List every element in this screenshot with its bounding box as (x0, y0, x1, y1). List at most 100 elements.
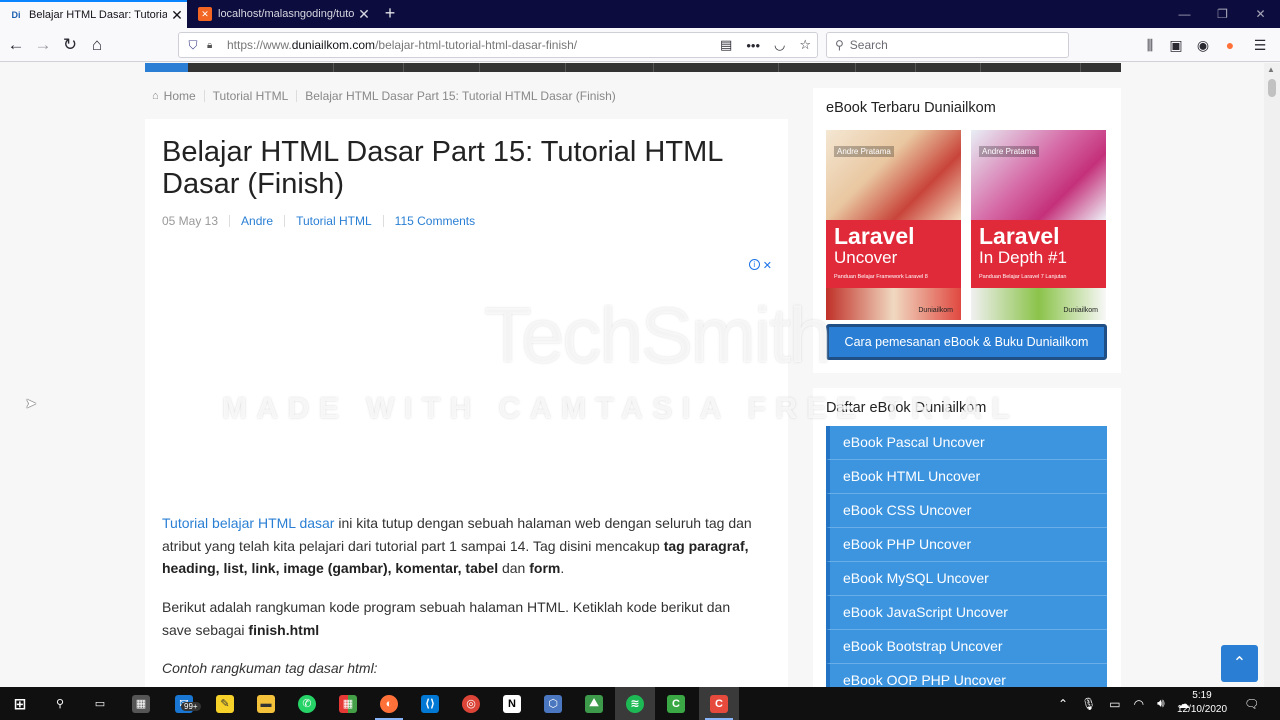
close-window-icon[interactable]: ✕ (1242, 0, 1279, 28)
maps-app-icon[interactable]: ⛰ (574, 687, 614, 720)
search-input[interactable]: ⚲ Search (826, 32, 1069, 58)
wifi-icon[interactable]: ◠ (1134, 697, 1144, 711)
mouse-cursor-icon: ➤ (25, 395, 37, 411)
windows-taskbar: ⊞ ⚲ ▭ ▦ ✉ 99+ ✎ ▬ ✆ ▦ ◐ ⟨⟩ ◎ N ⬡ ⛰ ≋ C C… (0, 687, 1280, 720)
list-item[interactable]: eBook Bootstrap Uncover (826, 630, 1107, 664)
action-center-icon[interactable]: 🗨︎ (1244, 687, 1259, 720)
breadcrumb-home[interactable]: Home (164, 89, 196, 103)
back-icon[interactable]: ← (4, 33, 28, 57)
sidebar-icon[interactable]: ▣ (1164, 33, 1188, 57)
tab-localhost[interactable]: ✕ localhost/malasngoding/tutorial ✕ (189, 0, 374, 28)
list-item[interactable]: eBook PHP Uncover (826, 528, 1107, 562)
chrome-icon[interactable]: ◎ (451, 687, 491, 720)
breadcrumb-category[interactable]: Tutorial HTML (213, 89, 289, 103)
mail-badge: 99+ (181, 702, 201, 711)
start-button[interactable]: ⊞ (0, 687, 40, 720)
camtasia-editor-icon[interactable]: C (656, 687, 696, 720)
whatsapp-icon[interactable]: ✆ (287, 687, 327, 720)
tray-expand-icon[interactable]: ⌃ (1058, 697, 1068, 711)
sticky-notes-icon[interactable]: ✎ (205, 687, 245, 720)
library-icon[interactable]: ⫼ (1138, 33, 1162, 57)
post-date: 05 May 13 (162, 214, 219, 228)
clock-time: 5:19 (1192, 690, 1212, 701)
volume-icon[interactable]: 🔊︎ (1157, 696, 1165, 711)
reader-view-icon[interactable]: ▤ (720, 37, 732, 53)
list-item[interactable]: eBook JavaScript Uncover (826, 596, 1107, 630)
home-small-icon: ⌂ (152, 90, 159, 102)
category-link[interactable]: Tutorial HTML (296, 214, 372, 228)
techsmith-logo-icon (410, 300, 474, 364)
close-tab-icon[interactable]: ✕ (167, 7, 187, 24)
book-laravel-uncover[interactable]: Andre Pratama Laravel Uncover Panduan Be… (826, 130, 961, 320)
search-placeholder: Search (849, 38, 888, 52)
menu-icon[interactable]: ☰ (1248, 33, 1272, 57)
minimize-icon[interactable]: ― (1166, 0, 1203, 28)
book-laravel-in-depth[interactable]: Andre Pratama Laravel In Depth #1 Pandua… (971, 130, 1106, 320)
ebook-widget-title: eBook Terbaru Duniailkom (826, 100, 996, 116)
intro-paragraph: Tutorial belajar HTML dasar ini kita tut… (162, 515, 752, 576)
list-item[interactable]: eBook MySQL Uncover (826, 562, 1107, 596)
file-explorer-icon[interactable]: ▬ (246, 687, 286, 720)
office-icon[interactable]: ▦ (328, 687, 368, 720)
site-nav-active-item[interactable] (145, 63, 188, 72)
forward-icon[interactable]: → (31, 33, 55, 57)
author-link[interactable]: Andre (241, 214, 273, 228)
order-ebook-button[interactable]: Cara pemesanan eBook & Buku Duniailkom (826, 324, 1107, 360)
search-taskbar-icon[interactable]: ⚲ (40, 687, 80, 720)
url-text[interactable]: https://www.duniailkom.com/belajar-html-… (227, 38, 577, 52)
virtualbox-icon[interactable]: ⬡ (533, 687, 573, 720)
ad-close-icon[interactable]: ✕ (763, 259, 772, 272)
article-meta: 05 May 13 Andre Tutorial HTML 115 Commen… (162, 214, 475, 228)
browser-tab-strip: Di Belajar HTML Dasar: Tutorial HTML Das… (0, 0, 1280, 28)
page-scrollbar[interactable]: ▲ (1264, 63, 1280, 687)
list-item[interactable]: eBook HTML Uncover (826, 460, 1107, 494)
ad-info-icon[interactable]: i (748, 259, 760, 270)
tracking-shield-icon[interactable]: ⛉ (185, 38, 201, 53)
home-icon[interactable]: ⌂ (85, 33, 109, 57)
camtasia-recorder-icon[interactable]: C (699, 687, 739, 720)
site-navigation (145, 63, 1121, 72)
url-bar[interactable]: ⛉ 🔒︎ https://www.duniailkom.com/belajar-… (178, 32, 818, 58)
tab-duniailkom[interactable]: Di Belajar HTML Dasar: Tutorial HTML Das… (0, 0, 187, 28)
lock-icon[interactable]: 🔒︎ (207, 40, 219, 51)
tab-title: Belajar HTML Dasar: Tutorial HTML Dasar … (29, 9, 167, 21)
page-title: Belajar HTML Dasar Part 15: Tutorial HTM… (162, 136, 723, 200)
close-tab-icon[interactable]: ✕ (354, 6, 374, 23)
list-item[interactable]: eBook OOP PHP Uncover (826, 664, 1107, 687)
notion-icon[interactable]: N (492, 687, 532, 720)
battery-icon[interactable]: ▭ (1109, 697, 1120, 711)
xampp-favicon-icon: ✕ (198, 7, 212, 21)
reload-icon[interactable]: ↻ (58, 33, 82, 57)
scroll-up-icon[interactable]: ▲ (1267, 65, 1275, 74)
bookmark-star-icon[interactable]: ☆ (799, 37, 811, 53)
ebook-list: eBook Pascal Uncover eBook HTML Uncover … (826, 426, 1107, 687)
task-view-icon[interactable]: ▭ (80, 687, 120, 720)
duniailkom-favicon-icon: Di (11, 10, 21, 20)
vscode-icon[interactable]: ⟨⟩ (410, 687, 450, 720)
clock-date: 12/10/2020 (1176, 704, 1228, 715)
scroll-thumb[interactable] (1268, 79, 1276, 97)
pocket-icon[interactable]: ◡ (774, 37, 785, 53)
comments-link[interactable]: 115 Comments (395, 214, 475, 228)
page-actions-icon[interactable]: ••• (746, 38, 760, 53)
spotify-icon[interactable]: ≋ (615, 687, 655, 720)
breadcrumb: ⌂ Home Tutorial HTML Belajar HTML Dasar … (152, 89, 616, 103)
extension-icon[interactable]: ● (1218, 33, 1242, 57)
tab-title: localhost/malasngoding/tutorial (218, 8, 354, 20)
tutorial-link[interactable]: Tutorial belajar HTML dasar (162, 515, 334, 531)
new-tab-button[interactable]: + (379, 2, 401, 24)
store-icon[interactable]: ▦ (121, 687, 161, 720)
back-to-top-button[interactable]: ⌃ (1221, 645, 1258, 682)
search-icon: ⚲ (835, 38, 844, 52)
firefox-icon[interactable]: ◐ (369, 687, 409, 720)
ebook-list-widget: Daftar eBook Duniailkom eBook Pascal Unc… (813, 388, 1121, 687)
breadcrumb-current: Belajar HTML Dasar Part 15: Tutorial HTM… (305, 89, 616, 103)
watermark-brand: TechSmith (484, 291, 832, 379)
taskbar-clock[interactable]: 5:19 12/10/2020 (1172, 689, 1232, 717)
list-item[interactable]: eBook CSS Uncover (826, 494, 1107, 528)
list-item[interactable]: eBook Pascal Uncover (826, 426, 1107, 460)
account-icon[interactable]: ◉ (1191, 33, 1215, 57)
summary-paragraph: Berikut adalah rangkuman kode program se… (162, 599, 731, 638)
microphone-icon[interactable]: 🎙︎ (1081, 697, 1096, 711)
maximize-icon[interactable]: ❐ (1204, 0, 1241, 28)
